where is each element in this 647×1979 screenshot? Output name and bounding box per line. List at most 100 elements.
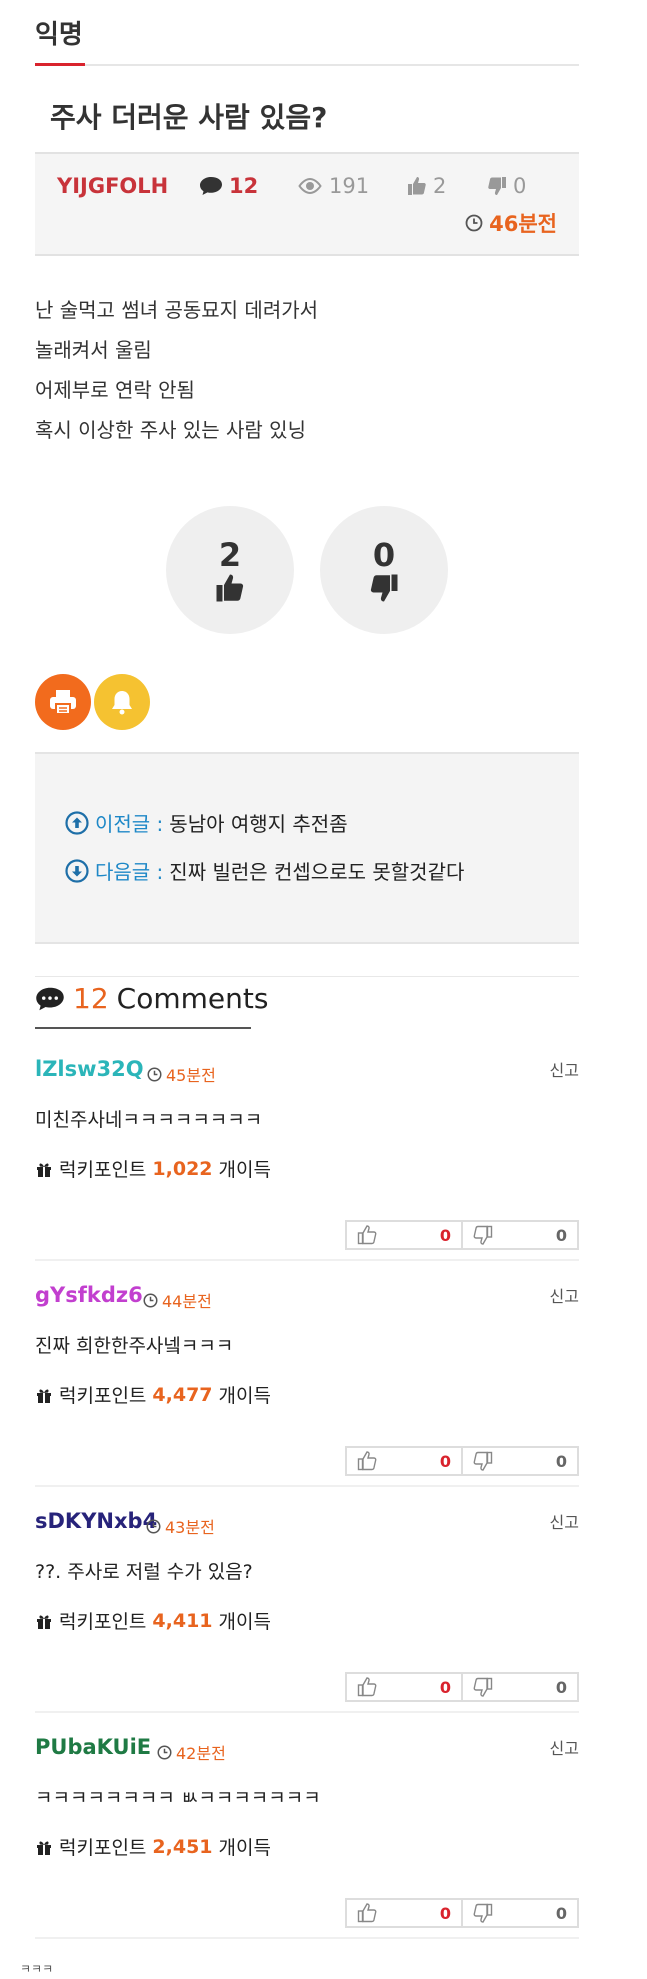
comment-time: 44분전 [143, 1288, 212, 1312]
comment-time: 42분전 [157, 1740, 226, 1764]
clock-icon [157, 1745, 172, 1759]
lucky-point: 럭키포인트 2,451 개이득 [35, 1833, 271, 1860]
post-body-line: 난 술먹고 썸녀 공동묘지 데려가서 [35, 298, 319, 322]
lucky-point: 럭키포인트 4,411 개이득 [35, 1607, 271, 1634]
footer-text: ㅋㅋㅋ [20, 1962, 54, 1976]
comment-vote-box: 00 [345, 1446, 579, 1476]
not-recommend-count: 0 [372, 536, 396, 574]
post-body-line: 놀래켜서 울림 [35, 338, 152, 362]
report-button[interactable]: 신고 [550, 1057, 579, 1081]
report-button[interactable]: 신고 [550, 1509, 579, 1533]
board-title: 익명 [35, 20, 83, 50]
comment-item: gYsfkdz6 44분전 신고진짜 희한한주사넼ㅋㅋㅋ 럭키포인트 4,477 개이득 0… [35, 1261, 579, 1487]
lucky-point: 럭키포인트 4,477 개이득 [35, 1381, 271, 1408]
comment-dislike-button[interactable]: 0 [463, 1900, 577, 1926]
clock-icon [147, 1067, 162, 1081]
thumbs-up-icon [408, 177, 426, 195]
lucky-point-label: 럭키포인트 [59, 1159, 147, 1181]
comment-time: 45분전 [147, 1062, 216, 1086]
comment-like-button[interactable]: 0 [347, 1674, 463, 1700]
comment-author[interactable]: PUbaKUiE [35, 1735, 151, 1759]
comment-like-button[interactable]: 0 [347, 1448, 463, 1474]
next-post-title[interactable]: 진짜 빌런은 컨셉으로도 못할것같다 [169, 856, 464, 885]
comment-text: 진짜 희한한주사넼ㅋㅋㅋ [35, 1335, 234, 1357]
gift-icon [37, 1389, 51, 1403]
report-button[interactable]: 신고 [550, 1735, 579, 1759]
comment-author[interactable]: sDKYNxb4 [35, 1509, 157, 1533]
recommend-button[interactable]: 2 [166, 506, 294, 634]
thumbs-down-icon [473, 1451, 493, 1471]
thumbs-up-icon [357, 1677, 377, 1697]
comment-dislike-button[interactable]: 0 [463, 1674, 577, 1700]
comment-time: 43분전 [146, 1514, 215, 1538]
post-navigation: 이전글 : 동남아 여행지 추전좀 다음글 : 진짜 빌런은 컨셉으로도 못할것… [35, 752, 579, 944]
lucky-point-value: 1,022 [152, 1157, 213, 1180]
lucky-point: 럭키포인트 1,022 개이득 [35, 1155, 271, 1182]
dislike-count-value: 0 [513, 174, 527, 198]
thumbs-up-icon [357, 1903, 377, 1923]
comment-dislike-button[interactable]: 0 [463, 1222, 577, 1248]
comment-dislike-count: 0 [555, 1451, 567, 1471]
post-time: 46분전 [465, 208, 557, 238]
post-author[interactable]: YIJGFOLH [57, 174, 168, 198]
clock-icon [143, 1293, 158, 1307]
comment-like-button[interactable]: 0 [347, 1900, 463, 1926]
board-title-underline [35, 63, 579, 66]
notification-button[interactable] [94, 674, 150, 730]
not-recommend-button[interactable]: 0 [320, 506, 448, 634]
bell-icon [112, 691, 132, 715]
clock-icon [465, 214, 483, 232]
thumbs-up-icon [216, 574, 244, 602]
comment-count[interactable]: 12 [199, 174, 258, 198]
gift-icon [37, 1841, 51, 1855]
print-button[interactable] [35, 674, 91, 730]
comment-author[interactable]: lZlsw32Q [35, 1057, 144, 1081]
comment-time-value: 44분전 [162, 1292, 212, 1311]
comments-count: 12 [73, 982, 109, 1015]
post-body-line: 혹시 이상한 주사 있는 사람 있닝 [35, 418, 306, 442]
next-post-link[interactable]: 다음글 : 진짜 빌런은 컨셉으로도 못할것같다 [65, 856, 464, 885]
comment-like-button[interactable]: 0 [347, 1222, 463, 1248]
comment-text: 미친주사네ㅋㅋㅋㅋㅋㅋㅋㅋ [35, 1109, 263, 1131]
previous-post-title[interactable]: 동남아 여행지 추전좀 [169, 808, 347, 837]
speech-bubble-icon [200, 177, 222, 195]
comment-vote-box: 00 [345, 1672, 579, 1702]
comment-count-value: 12 [229, 174, 259, 198]
report-button[interactable]: 신고 [550, 1283, 579, 1307]
thumbs-up-icon [357, 1225, 377, 1245]
gift-icon [37, 1615, 51, 1629]
comment-like-count: 0 [439, 1903, 451, 1923]
thumbs-down-icon [488, 177, 506, 195]
comment-item: sDKYNxb4 43분전 신고 ??. 주사로 저럴 수가 있음? 럭키포인트 4,41… [35, 1487, 579, 1713]
post-body: 난 술먹고 썸녀 공동묘지 데려가서 놀래켜서 울림 어제부로 연락 안됨 혹시… [35, 290, 318, 450]
thumbs-down-icon [370, 574, 398, 602]
comment-like-count: 0 [439, 1225, 451, 1245]
like-count-value: 2 [433, 174, 447, 198]
comment-text: ㅋㅋㅋㅋㅋㅋㅋㅋ ㅄㅋㅋㅋㅋㅋㅋㅋ [35, 1787, 321, 1809]
thumbs-down-icon [473, 1677, 493, 1697]
comment-vote-box: 00 [345, 1898, 579, 1928]
dislike-count: 0 [487, 174, 526, 198]
lucky-point-label: 럭키포인트 [59, 1611, 147, 1633]
lucky-point-label: 럭키포인트 [59, 1385, 147, 1407]
clock-icon [146, 1519, 161, 1533]
comment-like-count: 0 [439, 1677, 451, 1697]
speech-bubble-icon [36, 987, 64, 1010]
comment-dislike-button[interactable]: 0 [463, 1448, 577, 1474]
post-title: 주사 더러운 사람 있음? [50, 101, 328, 134]
lucky-point-suffix: 개이득 [218, 1837, 271, 1859]
printer-icon [50, 690, 76, 715]
eye-icon [298, 177, 322, 195]
comments-label: Comments [116, 982, 269, 1015]
comment-vote-box: 00 [345, 1220, 579, 1250]
previous-post-link[interactable]: 이전글 : 동남아 여행지 추전좀 [65, 808, 348, 837]
next-post-label: 다음글 : [95, 860, 164, 884]
previous-post-label: 이전글 : [95, 812, 164, 836]
comment-author[interactable]: gYsfkdz6 [35, 1283, 143, 1307]
comment-item: lZlsw32Q 45분전 신고미친주사네ㅋㅋㅋㅋㅋㅋㅋㅋ 럭키포인트 1,022 개이득… [35, 1035, 579, 1261]
recommend-count: 2 [218, 536, 242, 574]
comment-dislike-count: 0 [555, 1225, 567, 1245]
lucky-point-value: 4,477 [152, 1383, 213, 1406]
like-count: 2 [407, 174, 446, 198]
comments-header: 12 Comments [35, 982, 268, 1015]
